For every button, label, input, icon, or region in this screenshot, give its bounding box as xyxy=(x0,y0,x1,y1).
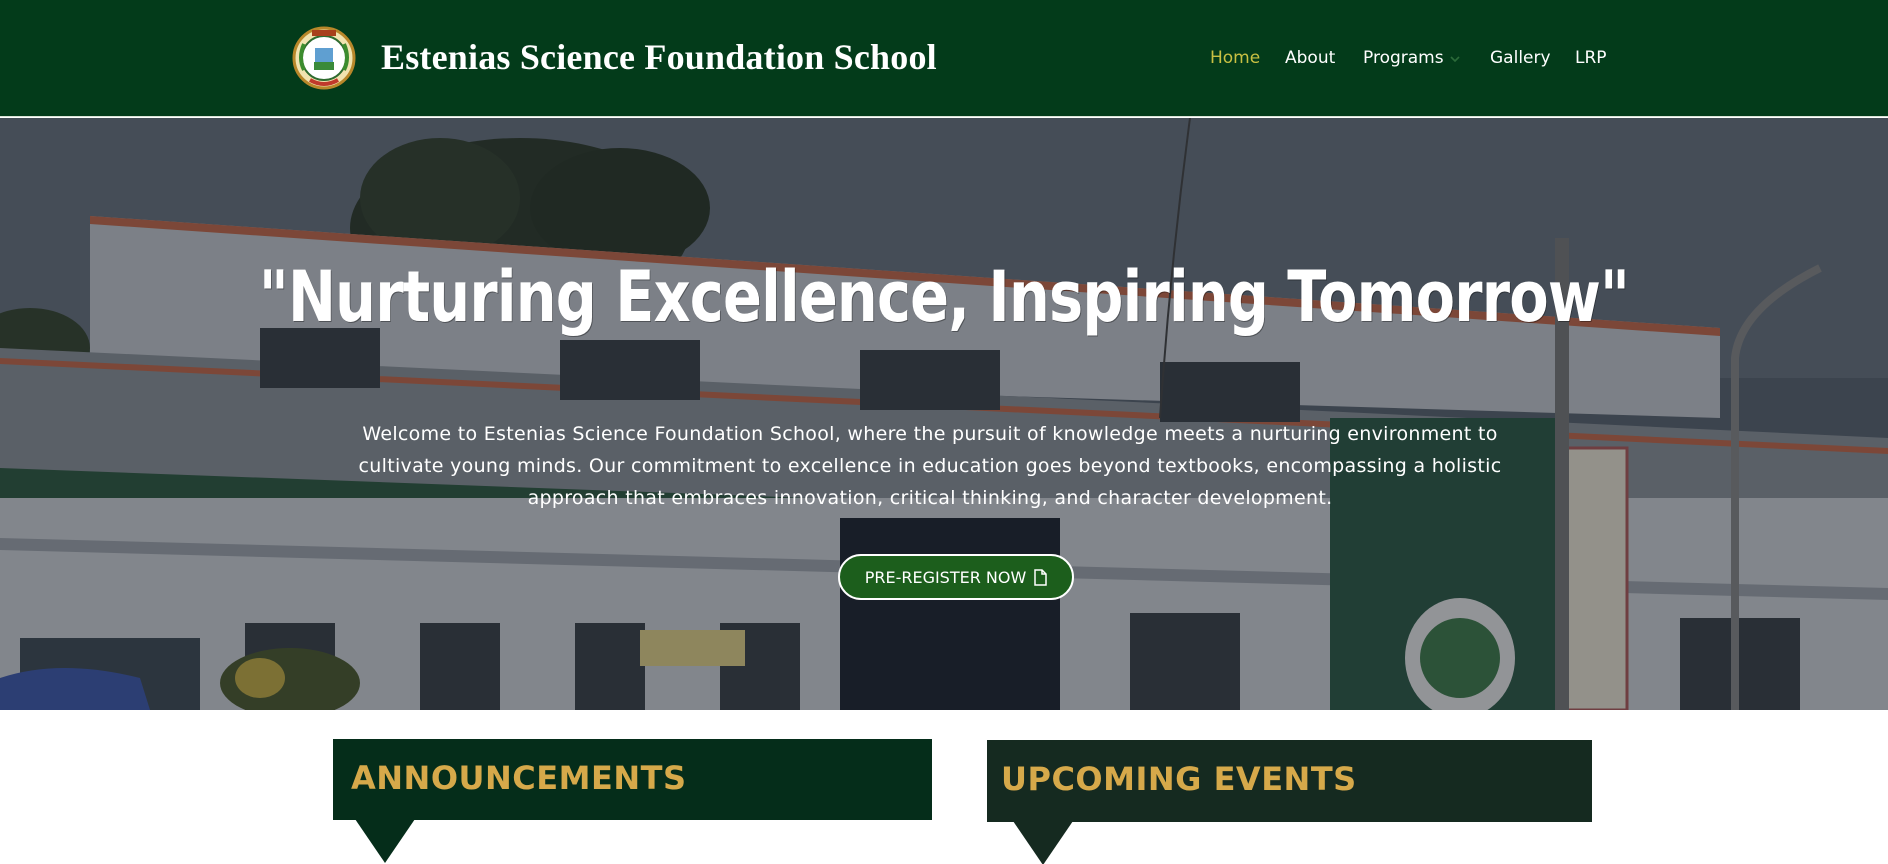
hero-section: "Nurturing Excellence, Inspiring Tomorro… xyxy=(0,118,1888,710)
site-brand-name[interactable]: Estenias Science Foundation School xyxy=(381,36,937,78)
pre-register-label: PRE-REGISTER NOW xyxy=(864,567,1027,587)
announcements-pointer xyxy=(355,819,415,863)
announcements-panel: ANNOUNCEMENTS xyxy=(333,739,932,863)
nav-home[interactable]: Home xyxy=(1210,48,1260,68)
site-header: Estenias Science Foundation School Home … xyxy=(0,0,1888,117)
events-pointer xyxy=(1013,821,1073,864)
pre-register-button[interactable]: PRE-REGISTER NOW xyxy=(838,554,1074,600)
school-crest-logo[interactable] xyxy=(290,22,358,94)
announcements-title: ANNOUNCEMENTS xyxy=(351,759,687,797)
chevron-down-icon[interactable] xyxy=(1449,53,1461,65)
nav-programs[interactable]: Programs xyxy=(1363,48,1444,68)
nav-about[interactable]: About xyxy=(1285,48,1335,68)
nav-lrp[interactable]: LRP xyxy=(1575,48,1607,68)
hero-description: Welcome to Estenias Science Foundation S… xyxy=(358,423,1502,509)
document-icon xyxy=(1034,568,1048,586)
hero-title: "Nurturing Excellence, Inspiring Tomorro… xyxy=(258,256,1630,338)
hero-overlay xyxy=(0,118,1888,710)
nav-gallery[interactable]: Gallery xyxy=(1490,48,1551,68)
upcoming-events-panel: UPCOMING EVENTS xyxy=(987,740,1592,864)
upcoming-events-title: UPCOMING EVENTS xyxy=(1001,760,1357,798)
